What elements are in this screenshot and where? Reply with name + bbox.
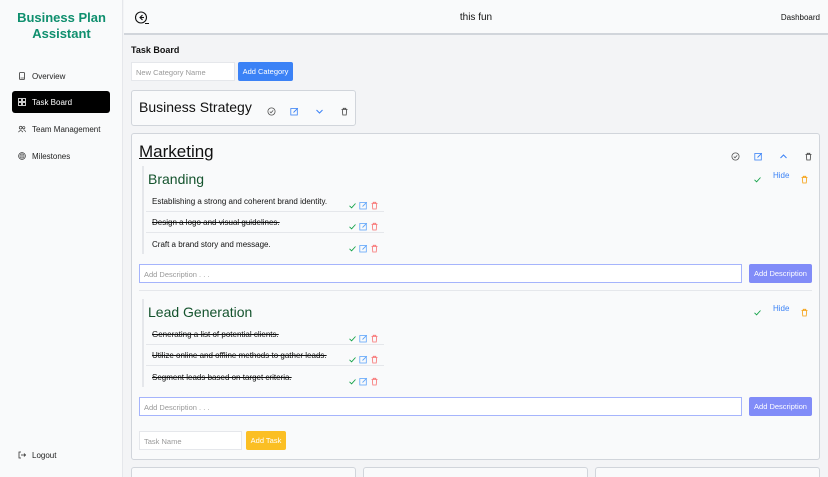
check-icon[interactable] — [348, 373, 357, 385]
sidebar: Business Plan Assistant Overview Task Bo… — [0, 0, 123, 477]
task-list: Establishing a strong and coherent brand… — [146, 190, 386, 256]
category-card — [363, 467, 588, 477]
task-list: Generating a list of potential clients. … — [146, 323, 386, 389]
check-icon[interactable] — [753, 171, 762, 183]
book-icon — [18, 72, 26, 80]
edit-icon[interactable] — [359, 197, 368, 210]
trash-icon[interactable] — [370, 330, 379, 343]
brand-title: Business Plan Assistant — [17, 10, 106, 41]
check-circle-icon[interactable] — [267, 103, 276, 116]
hide-link[interactable]: Hide — [773, 171, 789, 180]
divider — [139, 290, 812, 291]
grid-icon — [18, 98, 26, 106]
subcategory-rule — [142, 299, 144, 387]
chevron-up-icon[interactable] — [779, 148, 788, 159]
edit-icon[interactable] — [359, 240, 368, 253]
trash-icon[interactable] — [800, 304, 809, 317]
trash-icon[interactable] — [800, 171, 809, 184]
category-card — [595, 467, 820, 477]
task-text: Generating a list of potential clients. — [152, 330, 279, 339]
subcategory-rule — [142, 166, 144, 254]
check-icon[interactable] — [348, 330, 357, 342]
check-icon[interactable] — [348, 197, 357, 209]
logout-icon — [18, 451, 26, 459]
divider — [146, 211, 384, 212]
description-input[interactable]: Add Description . . . — [139, 397, 742, 416]
page-title: Task Board — [131, 45, 180, 55]
trash-icon[interactable] — [370, 197, 379, 210]
hide-link[interactable]: Hide — [773, 304, 789, 313]
task-text: Establishing a strong and coherent brand… — [152, 197, 328, 206]
check-icon[interactable] — [348, 351, 357, 363]
trash-icon[interactable] — [340, 103, 349, 116]
check-circle-icon[interactable] — [731, 148, 740, 161]
check-icon[interactable] — [348, 218, 357, 230]
divider — [146, 344, 384, 345]
category-name-input[interactable]: New Category Name — [131, 62, 235, 81]
logout-button[interactable]: Logout — [12, 444, 110, 466]
description-input[interactable]: Add Description . . . — [139, 264, 742, 283]
divider — [146, 365, 384, 366]
check-icon[interactable] — [753, 304, 762, 316]
target-icon — [18, 152, 26, 160]
subcategory-title: Branding — [148, 171, 205, 187]
category-title: Marketing — [139, 142, 214, 161]
top-bar: this fun Dashboard — [124, 0, 828, 35]
task-text: Utilize online and offline methods to ga… — [152, 351, 327, 360]
sidebar-item-label: Milestones — [32, 151, 71, 161]
edit-icon[interactable] — [359, 218, 368, 231]
chevron-down-icon[interactable] — [315, 103, 324, 114]
task-text: Segment leads based on target criteria. — [152, 373, 292, 382]
sidebar-item-label: Task Board — [32, 97, 73, 107]
check-icon[interactable] — [348, 240, 357, 252]
sidebar-item-milestones[interactable]: Milestones — [12, 145, 110, 167]
subcategory-title: Lead Generation — [148, 304, 253, 320]
edit-icon[interactable] — [359, 330, 368, 343]
category-card — [131, 467, 356, 477]
add-description-button[interactable]: Add Description — [749, 264, 812, 283]
divider — [146, 232, 384, 233]
task-text: Craft a brand story and message. — [152, 240, 271, 249]
task-text: Design a logo and visual guidelines. — [152, 218, 280, 227]
category-title: Business Strategy — [139, 99, 252, 115]
add-task-button[interactable]: Add Task — [246, 431, 286, 450]
trash-icon[interactable] — [370, 351, 379, 364]
trash-icon[interactable] — [370, 218, 379, 231]
sidebar-item-label: Team Management — [32, 124, 101, 134]
edit-icon[interactable] — [359, 373, 368, 386]
edit-icon[interactable] — [754, 148, 763, 161]
add-description-button[interactable]: Add Description — [749, 397, 812, 416]
add-category-button[interactable]: Add Category — [238, 62, 293, 81]
edit-icon[interactable] — [290, 103, 299, 116]
sidebar-item-overview[interactable]: Overview — [12, 65, 110, 87]
edit-icon[interactable] — [359, 351, 368, 364]
logout-label: Logout — [32, 450, 57, 460]
project-title: this fun — [459, 12, 493, 23]
task-name-input[interactable]: Task Name — [139, 431, 242, 450]
sidebar-item-label: Overview — [32, 71, 66, 81]
trash-icon[interactable] — [370, 240, 379, 253]
dashboard-link[interactable]: Dashboard — [781, 13, 820, 22]
trash-icon[interactable] — [804, 148, 813, 161]
sidebar-item-task-board[interactable]: Task Board — [12, 91, 110, 113]
main-content: Task Board New Category Name Add Categor… — [124, 37, 828, 477]
category-card-marketing: Marketing Branding Hide Establishing a s… — [131, 133, 820, 460]
trash-icon[interactable] — [370, 373, 379, 386]
category-card-business-strategy: Business Strategy — [131, 90, 356, 126]
sidebar-item-team-management[interactable]: Team Management — [12, 118, 110, 140]
users-icon — [18, 125, 26, 133]
